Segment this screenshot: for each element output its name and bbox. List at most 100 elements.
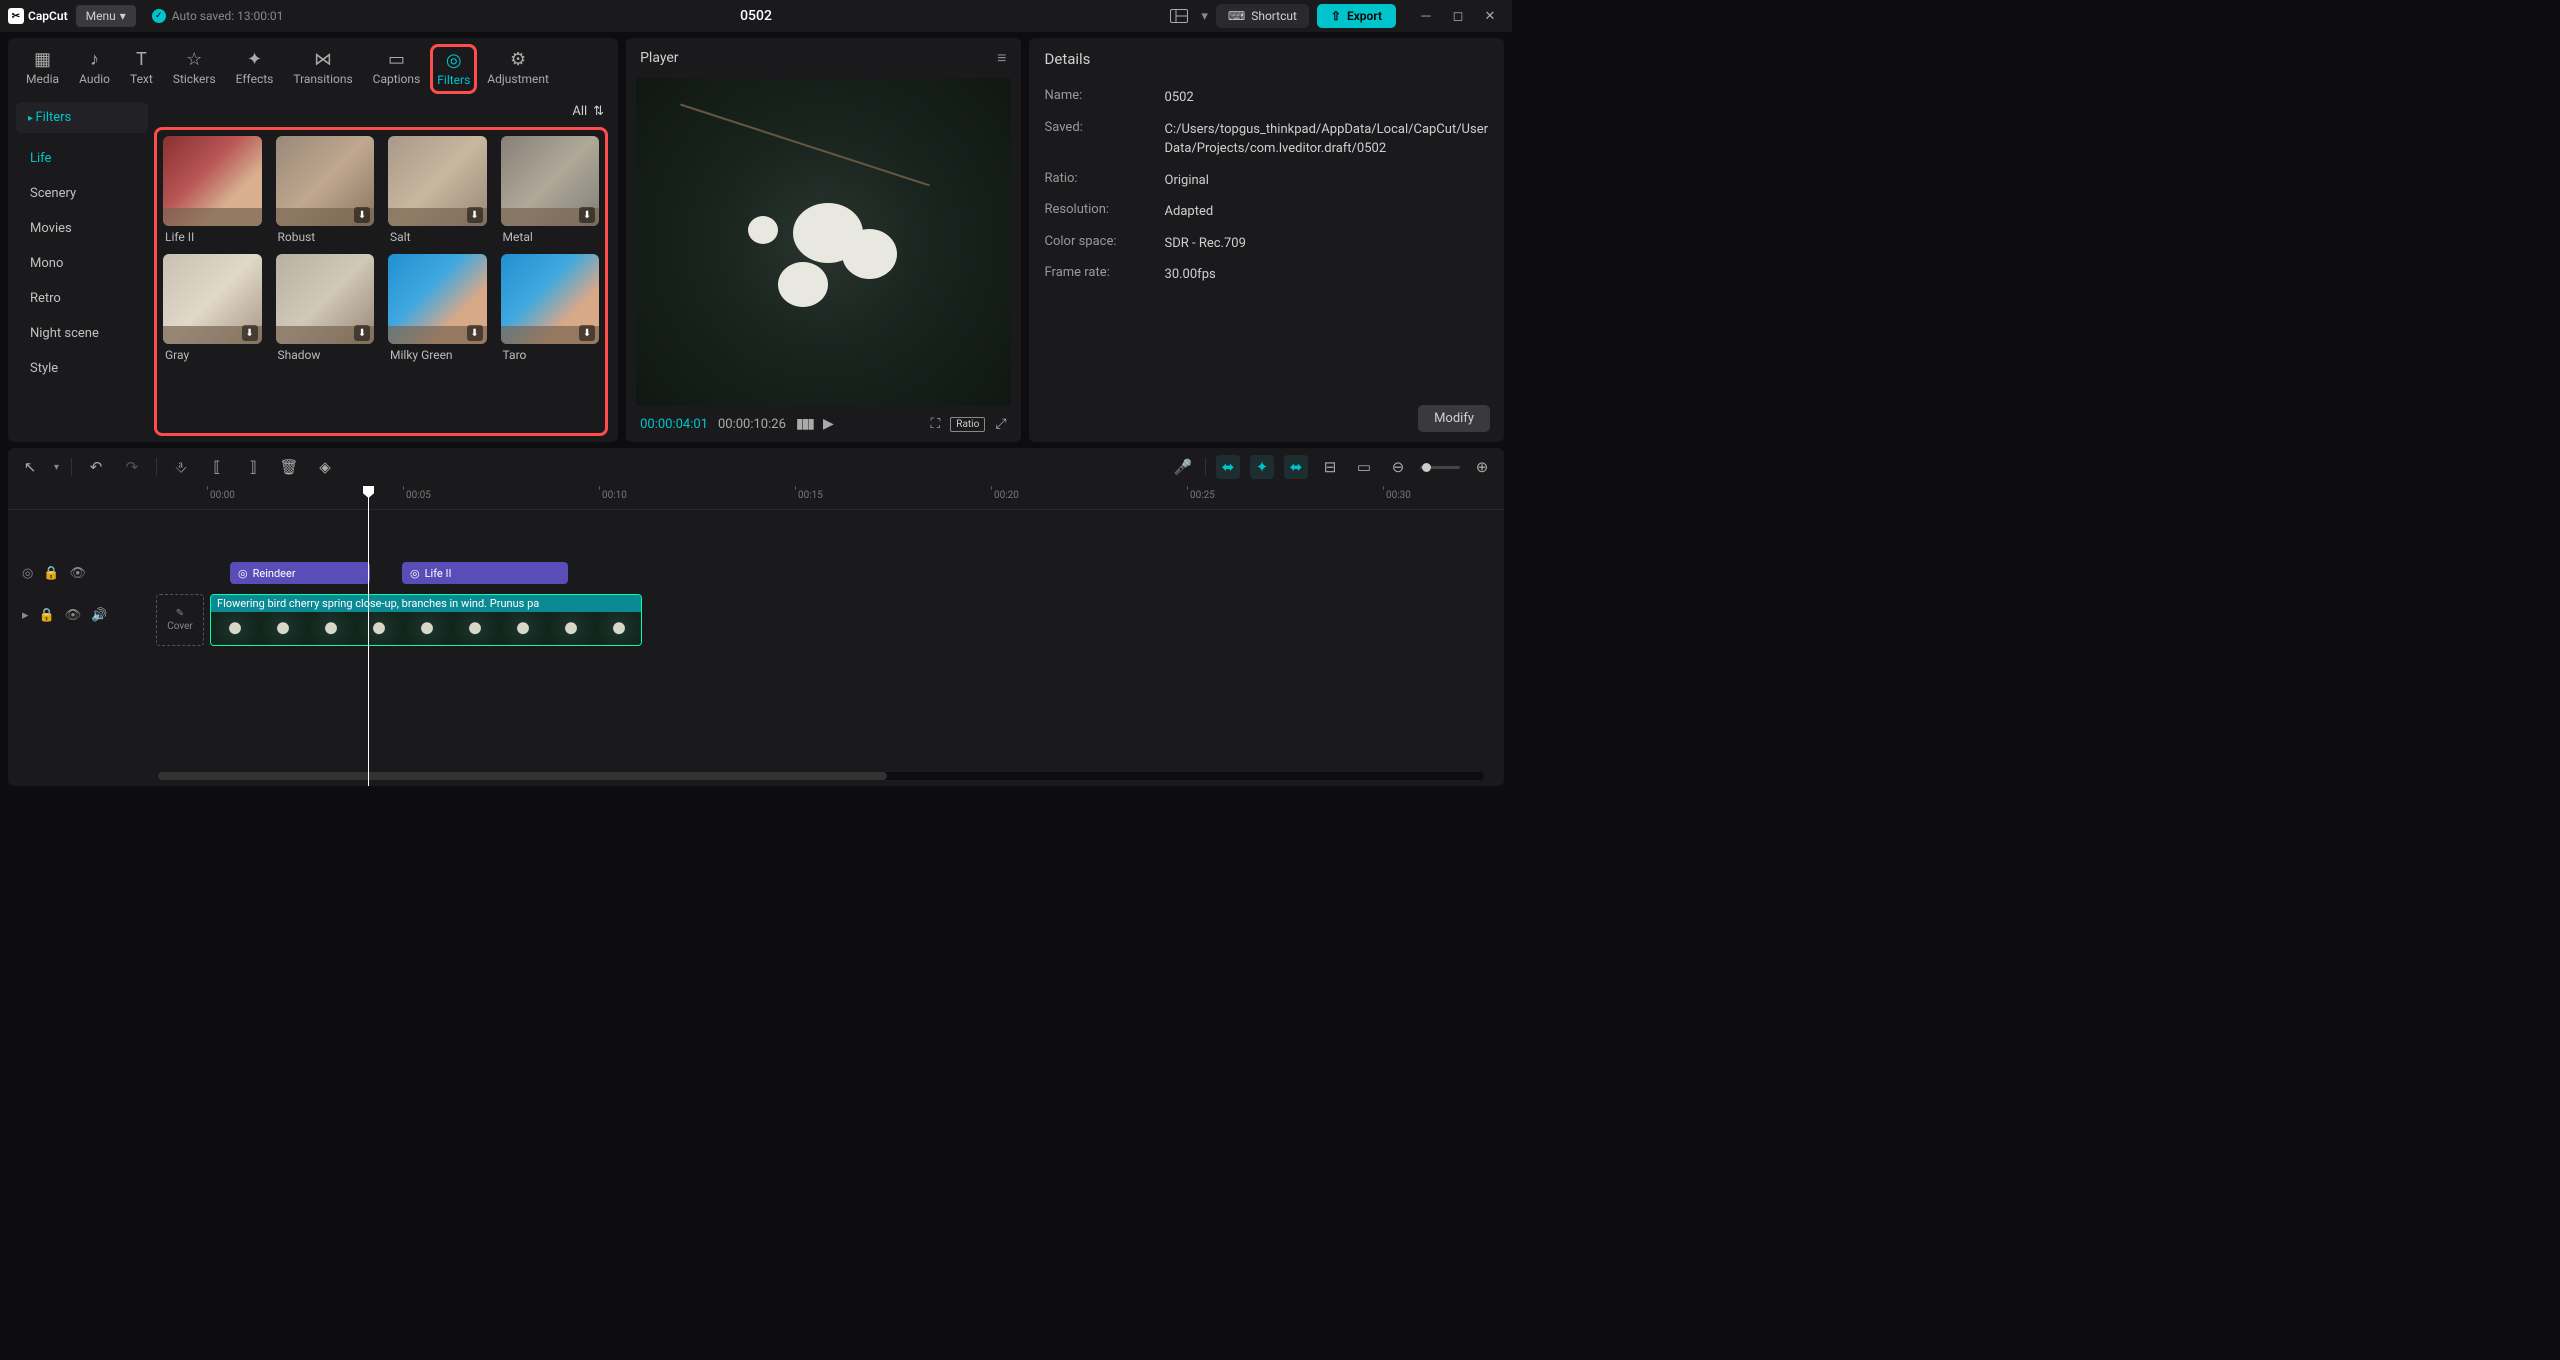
autosave-status: ✓ Auto saved: 13:00:01 [152,9,284,23]
sidebar-item-retro[interactable]: Retro [16,281,148,316]
timeline-ruler[interactable]: 00:0000:0500:1000:1500:2000:2500:30 [8,486,1504,510]
undo-button[interactable]: ↶ [84,455,108,479]
chevron-down-icon[interactable]: ▾ [1201,9,1208,24]
video-clip-title: Flowering bird cherry spring close-up, b… [211,595,641,612]
lock-icon[interactable]: 🔒 [39,608,55,623]
tab-audio[interactable]: ♪Audio [69,44,120,94]
minimize-button[interactable]: ─ [1412,4,1440,28]
filter-milky-green[interactable]: ⬇Milky Green [388,254,487,362]
eye-icon[interactable]: 👁 [70,566,87,581]
keyboard-icon: ⌨ [1228,9,1245,23]
video-clip[interactable]: Flowering bird cherry spring close-up, b… [210,594,642,646]
fullscreen-icon[interactable]: ⤢ [995,416,1006,432]
playhead[interactable] [368,486,369,786]
sidebar-item-scenery[interactable]: Scenery [16,176,148,211]
ruler-tick: 00:15 [798,490,823,501]
timeline[interactable]: 00:0000:0500:1000:1500:2000:2500:30 ◎ 🔒 … [8,486,1504,786]
filter-track-icon[interactable]: ◎ [22,566,33,581]
trim-left-tool[interactable]: ⟦ [205,455,229,479]
close-button[interactable]: ✕ [1476,4,1504,28]
preview-tool[interactable]: ▭ [1352,455,1376,479]
maximize-button[interactable]: ◻ [1444,4,1472,28]
shortcut-button[interactable]: ⌨ Shortcut [1216,4,1309,28]
magnet-tool-1[interactable]: ⬌ [1216,455,1240,479]
tab-adjustment[interactable]: ⚙Adjustment [477,44,559,94]
download-icon[interactable]: ⬇ [467,207,483,223]
player-menu-icon[interactable]: ≡ [997,48,1006,68]
play-button[interactable]: ▶ [823,416,834,432]
filter-salt[interactable]: ⬇Salt [388,136,487,244]
export-button[interactable]: ⇧ Export [1317,4,1396,28]
sidebar-item-style[interactable]: Style [16,351,148,386]
filter-clip-life-ii[interactable]: ◎Life II [402,562,568,584]
detail-row: Saved:C:/Users/topgus_thinkpad/AppData/L… [1045,114,1488,165]
tab-media[interactable]: ▦Media [16,44,69,94]
filter-robust[interactable]: ⬇Robust [276,136,375,244]
menu-button[interactable]: Menu ▾ [76,5,136,27]
download-icon[interactable]: ⬇ [579,325,595,341]
magnet-tool-3[interactable]: ⬌ [1284,455,1308,479]
layout-button[interactable] [1165,4,1193,28]
video-track-icon[interactable]: ▸ [22,608,29,623]
tab-text[interactable]: TText [120,44,163,94]
eye-icon[interactable]: 👁 [65,608,82,623]
zoom-out-button[interactable]: ⊖ [1386,455,1410,479]
zoom-in-button[interactable]: ⊕ [1470,455,1494,479]
player-viewport[interactable] [636,78,1010,406]
modify-button[interactable]: Modify [1418,405,1490,432]
ruler-tick: 00:00 [210,490,235,501]
sidebar-item-movies[interactable]: Movies [16,211,148,246]
filter-shadow[interactable]: ⬇Shadow [276,254,375,362]
tab-captions[interactable]: ▭Captions [363,44,431,94]
sidebar-item-night-scene[interactable]: Night scene [16,316,148,351]
align-tool[interactable]: ⊟ [1318,455,1342,479]
sidebar-header[interactable]: ▸ Filters [16,102,148,133]
filter-track[interactable]: ◎ 🔒 👁 ◎Reindeer ◎Life II [8,560,1504,586]
mute-icon[interactable]: 🔊 [91,608,107,623]
download-icon[interactable]: ⬇ [579,207,595,223]
app-logo: ✂ CapCut [8,8,68,24]
detail-row: Ratio:Original [1045,165,1488,197]
tab-effects[interactable]: ✦Effects [226,44,284,94]
filter-metal[interactable]: ⬇Metal [501,136,600,244]
filter-life-ii[interactable]: Life II [163,136,262,244]
compare-icon[interactable]: ▮▮▮ [796,416,813,432]
magnet-tool-2[interactable]: ✦ [1250,455,1274,479]
filter-icon: ◎ [410,567,420,580]
tab-transitions[interactable]: ⋈Transitions [283,44,362,94]
player-controls: 00:00:04:01 00:00:10:26 ▮▮▮ ▶ ⛶ Ratio ⤢ [626,406,1020,442]
download-icon[interactable]: ⬇ [354,207,370,223]
sidebar-item-mono[interactable]: Mono [16,246,148,281]
filter-gray[interactable]: ⬇Gray [163,254,262,362]
split-tool[interactable]: ⎀ [169,455,193,479]
pointer-tool[interactable]: ↖ [18,455,42,479]
trim-right-tool[interactable]: ⟧ [241,455,265,479]
download-icon[interactable]: ⬇ [354,325,370,341]
video-track[interactable]: ▸ 🔒 👁 🔊 ✎ Cover Flowering bird cherry sp… [8,590,1504,650]
tab-filters[interactable]: ◎Filters [430,44,477,94]
filter-taro[interactable]: ⬇Taro [501,254,600,362]
filter-sort-button[interactable]: All ⇅ [572,104,604,119]
zoom-slider[interactable] [1420,466,1460,469]
timeline-scrollbar[interactable] [158,772,1484,780]
filter-clip-reindeer[interactable]: ◎Reindeer [230,562,370,584]
ruler-tick: 00:20 [994,490,1019,501]
cover-button[interactable]: ✎ Cover [156,594,204,646]
filter-category-sidebar: ▸ Filters LifeSceneryMoviesMonoRetroNigh… [8,94,148,442]
chevron-down-icon[interactable]: ▾ [54,462,59,473]
library-panel: ▦Media♪AudioTText☆Stickers✦Effects⋈Trans… [8,38,618,442]
effects-icon: ✦ [247,48,262,70]
scan-icon[interactable]: ⛶ [930,416,940,432]
tab-stickers[interactable]: ☆Stickers [163,44,226,94]
ruler-tick: 00:30 [1386,490,1411,501]
delete-tool[interactable]: 🗑 [277,455,301,479]
download-icon[interactable]: ⬇ [467,325,483,341]
marker-tool[interactable]: ◈ [313,455,337,479]
time-current: 00:00:04:01 [640,417,708,432]
ratio-button[interactable]: Ratio [950,417,985,432]
lock-icon[interactable]: 🔒 [43,566,59,581]
download-icon[interactable]: ⬇ [242,325,258,341]
redo-button[interactable]: ↷ [120,455,144,479]
mic-button[interactable]: 🎤 [1171,455,1195,479]
sidebar-item-life[interactable]: Life [16,141,148,176]
